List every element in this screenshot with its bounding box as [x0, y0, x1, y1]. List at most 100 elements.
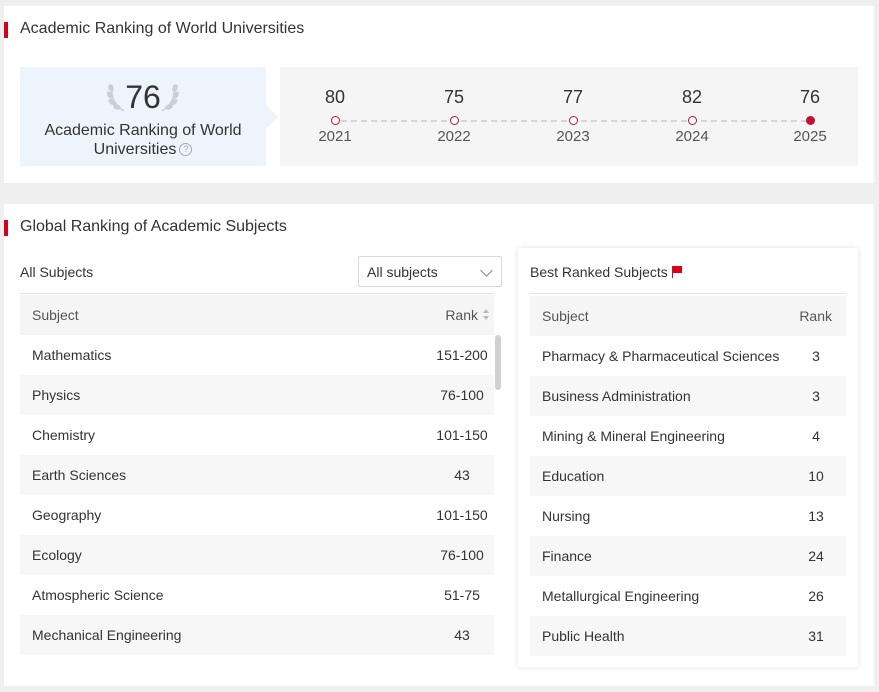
subject-rank: 76-100 [440, 547, 484, 563]
table-row: Mathematics 151-200 [20, 335, 494, 375]
timeline-rank: 77 [562, 87, 584, 107]
subject-name: Geography [32, 507, 102, 523]
timeline-item-2023: 77 2023 [533, 87, 613, 145]
timeline-dot-current [805, 116, 815, 125]
subject-rank: 51-75 [444, 587, 480, 603]
subject-rank: 3 [812, 348, 820, 364]
help-icon[interactable]: ? [179, 143, 193, 157]
table-row: Atmospheric Science 51-75 [20, 575, 494, 615]
subject-name: Chemistry [32, 427, 96, 443]
flag-icon [671, 266, 684, 278]
arwu-history-timeline: 80 2021 75 2022 77 2023 82 2024 76 2025 [280, 67, 858, 166]
subject-rank: 101-150 [436, 507, 488, 523]
subject-name: Metallurgical Engineering [542, 588, 700, 604]
all-subjects-header: All Subjects All subjects [20, 256, 502, 294]
sort-icon[interactable] [483, 309, 490, 321]
timeline-item-2022: 75 2022 [414, 87, 494, 145]
arwu-rank-label: Academic Ranking of World Universities? [20, 121, 266, 159]
best-ranked-title-text: Best Ranked Subjects [530, 264, 668, 280]
timeline-year: 2023 [556, 128, 590, 145]
timeline-item-2021: 80 2021 [295, 87, 375, 145]
table-row: Finance 24 [530, 536, 846, 576]
timeline-year: 2021 [318, 128, 352, 145]
arwu-current-rank: 76 [125, 79, 161, 115]
table-row: Education 10 [530, 456, 846, 496]
subject-rank: 151-200 [436, 347, 488, 363]
subject-rank: 26 [808, 588, 824, 604]
subject-name: Physics [32, 387, 81, 403]
best-ranked-title: Best Ranked Subjects [530, 264, 684, 280]
best-table-header: Subject Rank [530, 296, 846, 336]
best-ranked-panel: Best Ranked Subjects Subject Rank Pharma… [518, 248, 858, 667]
arwu-card: Academic Ranking of World Universities 7… [4, 6, 874, 183]
table-row: Physics 76-100 [20, 375, 494, 415]
timeline-year: 2024 [675, 128, 709, 145]
table-row: Mechanical Engineering 43 [20, 615, 494, 655]
table-row: Public Health 31 [530, 616, 846, 656]
all-subjects-label: All Subjects [20, 264, 94, 280]
subject-rank: 13 [808, 508, 824, 524]
best-ranked-header: Best Ranked Subjects [530, 248, 846, 294]
subject-name: Nursing [542, 508, 591, 524]
timeline-dot [449, 116, 459, 125]
subject-rank: 76-100 [440, 387, 484, 403]
timeline-rank: 80 [324, 87, 346, 107]
subjects-scrollbar[interactable] [495, 335, 501, 390]
timeline-rank: 75 [443, 87, 465, 107]
table-row: Ecology 76-100 [20, 535, 494, 575]
subject-name: Business Administration [542, 388, 691, 404]
subject-column-header: Subject [542, 308, 589, 324]
table-row: Business Administration 3 [530, 376, 846, 416]
timeline-year: 2025 [793, 128, 827, 145]
section-accent-bar [4, 22, 8, 38]
subject-name: Earth Sciences [32, 467, 127, 483]
arwu-current-rank-box: 76 Academic Ranking of World Universitie… [20, 67, 278, 166]
gras-card: Global Ranking of Academic Subjects All … [4, 204, 874, 686]
arwu-rank-label-text: Academic Ranking of World Universities [44, 122, 242, 158]
subject-name: Ecology [32, 547, 82, 563]
timeline-year: 2022 [437, 128, 471, 145]
best-ranked-table: Subject Rank Pharmacy & Pharmaceutical S… [530, 295, 846, 656]
chevron-down-icon [480, 264, 493, 277]
subject-rank: 31 [808, 628, 824, 644]
table-row: Geography 101-150 [20, 495, 494, 535]
subject-filter-value: All subjects [367, 264, 438, 280]
table-row: Chemistry 101-150 [20, 415, 494, 455]
subject-name: Mechanical Engineering [32, 627, 182, 643]
subject-name: Finance [542, 548, 592, 564]
subject-rank: 43 [454, 627, 470, 643]
table-row: Earth Sciences 43 [20, 455, 494, 495]
timeline-dot [687, 116, 697, 125]
table-row: Pharmacy & Pharmaceutical Sciences 3 [530, 336, 846, 376]
all-subjects-panel: All Subjects All subjects Subject Rank M… [20, 256, 502, 655]
timeline-dot [568, 116, 578, 125]
timeline-rank: 82 [681, 87, 703, 107]
subject-name: Pharmacy & Pharmaceutical Sciences [542, 348, 780, 364]
subject-column-header: Subject [32, 307, 79, 323]
subject-name: Mining & Mineral Engineering [542, 428, 725, 444]
subject-rank: 10 [808, 468, 824, 484]
subjects-table-header: Subject Rank [20, 295, 494, 335]
timeline-dot [330, 116, 340, 125]
table-row: Metallurgical Engineering 26 [530, 576, 846, 616]
timeline-rank: 76 [799, 87, 821, 107]
table-row: Mining & Mineral Engineering 4 [530, 416, 846, 456]
subject-rank: 101-150 [436, 427, 488, 443]
rank-column-header: Rank [799, 308, 832, 324]
subject-name: Mathematics [32, 347, 112, 363]
subject-name: Atmospheric Science [32, 587, 164, 603]
timeline-item-2025: 76 2025 [770, 87, 850, 145]
subject-name: Public Health [542, 628, 625, 644]
table-row: Nursing 13 [530, 496, 846, 536]
arwu-section-title: Academic Ranking of World Universities [20, 20, 305, 37]
subject-rank: 43 [454, 467, 470, 483]
gras-section-title: Global Ranking of Academic Subjects [20, 218, 287, 235]
section-accent-bar [4, 220, 8, 236]
subject-name: Education [542, 468, 605, 484]
subject-filter-select[interactable]: All subjects [358, 256, 502, 287]
subject-rank: 24 [808, 548, 824, 564]
subject-rank: 4 [812, 428, 820, 444]
subject-rank: 3 [812, 388, 820, 404]
rank-column-header[interactable]: Rank [445, 307, 478, 323]
timeline-item-2024: 82 2024 [652, 87, 732, 145]
